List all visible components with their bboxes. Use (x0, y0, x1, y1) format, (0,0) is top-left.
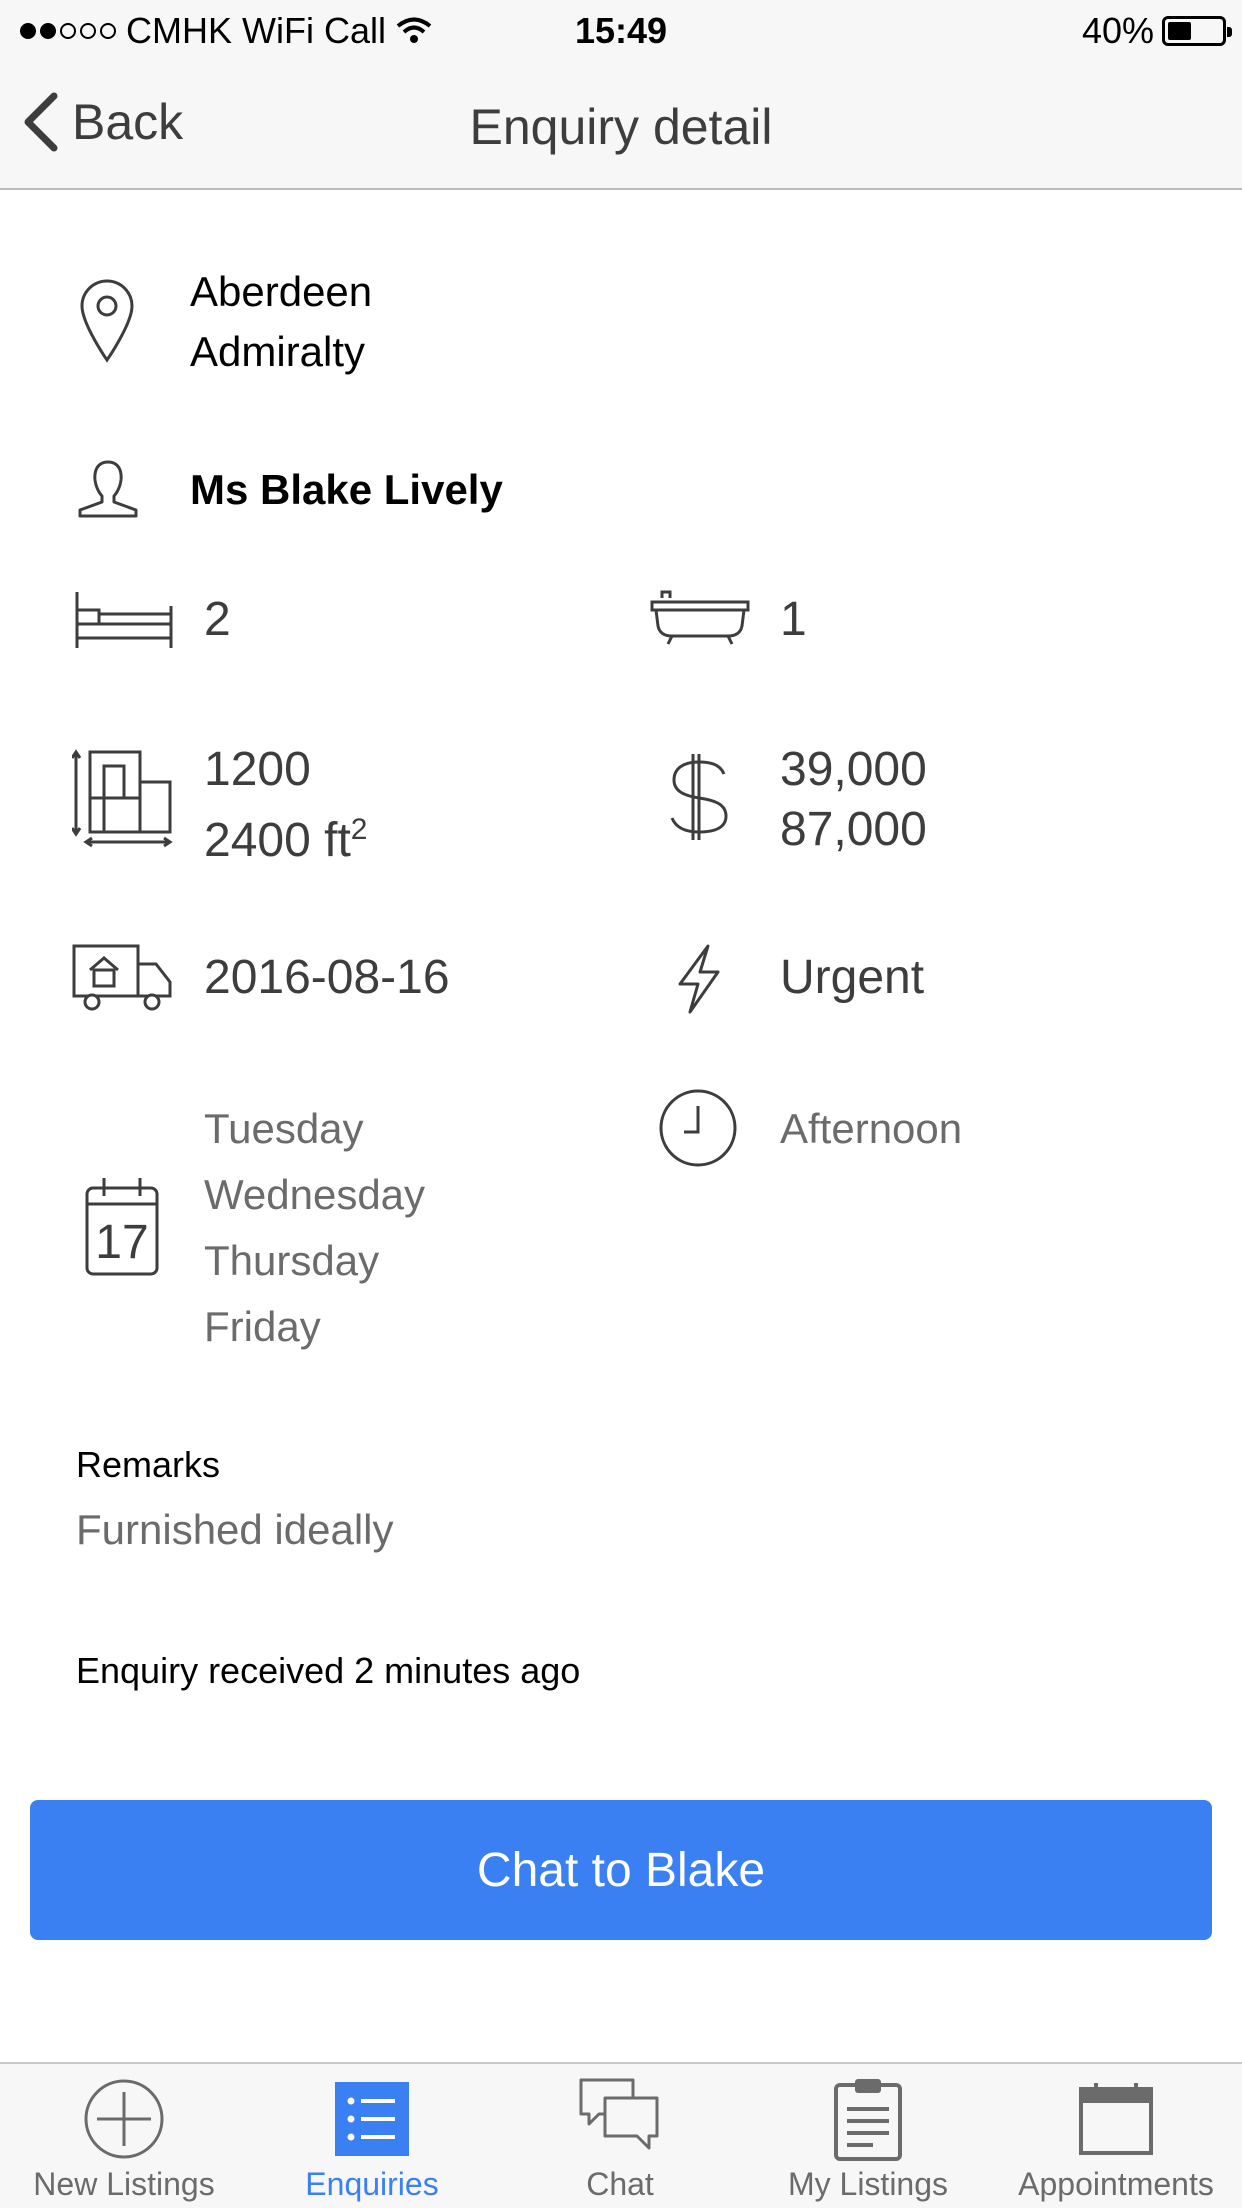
tab-enquiries[interactable]: Enquiries (248, 2064, 496, 2208)
remarks-title: Remarks (76, 1444, 221, 1485)
available-days: Tuesday Wednesday Thursday Friday (204, 1096, 425, 1360)
remarks-text: Furnished ideally (76, 1506, 394, 1553)
bathtub-icon (650, 590, 750, 645)
received-timestamp: Enquiry received 2 minutes ago (76, 1650, 581, 1691)
tab-appointments[interactable]: Appointments (992, 2064, 1240, 2208)
day-item: Tuesday (204, 1105, 364, 1152)
size-max-wrap: 2400 ft2 (204, 800, 367, 871)
battery-icon (1162, 16, 1232, 46)
tab-chat[interactable]: Chat (496, 2064, 744, 2208)
tab-label: My Listings (787, 2166, 949, 2202)
move-in-date: 2016-08-16 (204, 948, 450, 1008)
location-line-1: Aberdeen (190, 268, 373, 315)
location-pin-icon (80, 279, 134, 363)
size-unit-sup: 2 (350, 813, 368, 846)
location-block: Aberdeen Admiralty (190, 262, 372, 382)
list-icon (335, 2082, 409, 2156)
clock-icon (659, 1089, 737, 1167)
tab-label: Enquiries (305, 2166, 439, 2202)
person-icon (78, 460, 138, 518)
day-item: Thursday (204, 1237, 380, 1284)
floor-area-icon (72, 749, 173, 848)
calendar-icon (1079, 2083, 1153, 2155)
size-range: 1200 2400 ft2 (204, 740, 367, 871)
size-max: 2400 ft (204, 814, 351, 867)
contact-name-text: Ms Blake Lively (190, 466, 503, 513)
calendar-day-icon: 17 (85, 1178, 159, 1276)
plus-circle-icon (84, 2079, 164, 2159)
lightning-bolt-icon (678, 944, 720, 1014)
price-max: 87,000 (780, 803, 927, 856)
time-of-day-value: Afternoon (780, 1105, 963, 1152)
price-range: 39,000 87,000 (780, 740, 927, 860)
bed-icon (75, 592, 173, 648)
bedrooms-value: 2 (204, 593, 231, 646)
urgency: Urgent (780, 948, 924, 1008)
price-min: 39,000 (780, 743, 927, 796)
calendar-day-number: 17 (95, 1216, 148, 1269)
tab-bar: New Listings Enquiries Chat My Listings … (0, 2062, 1242, 2208)
tab-label: Appointments (1018, 2166, 1214, 2202)
clock: 15:49 (574, 10, 668, 51)
tab-my-listings[interactable]: My Listings (744, 2064, 992, 2208)
size-min: 1200 (204, 743, 311, 796)
chat-bubbles-icon (579, 2078, 659, 2150)
location-line-2: Admiralty (190, 328, 366, 375)
clipboard-icon (834, 2079, 902, 2161)
dollar-icon (670, 754, 728, 840)
contact-name: Ms Blake Lively (190, 460, 503, 520)
day-item: Friday (204, 1303, 321, 1350)
urgency-value: Urgent (780, 951, 925, 1004)
tab-label: Chat (586, 2166, 654, 2202)
page-title: Enquiry detail (469, 99, 773, 155)
time-of-day: Afternoon (780, 1096, 962, 1162)
status-bar: CMHK WiFi Call 15:49 40% (0, 0, 1242, 62)
day-item: Wednesday (204, 1171, 426, 1218)
bedrooms: 2 (204, 590, 231, 650)
bathrooms-value: 1 (780, 593, 807, 646)
tab-new-listings[interactable]: New Listings (0, 2064, 248, 2208)
chat-button[interactable]: Chat to Blake (30, 1800, 1212, 1940)
battery-status: 40% (1081, 10, 1232, 52)
moving-truck-icon (72, 944, 172, 1011)
navigation-bar: Back Enquiry detail (0, 62, 1242, 190)
bathrooms: 1 (780, 590, 807, 650)
move-in-date-value: 2016-08-16 (204, 951, 450, 1004)
battery-percent: 40% (1081, 10, 1154, 51)
tab-label: New Listings (33, 2166, 215, 2202)
